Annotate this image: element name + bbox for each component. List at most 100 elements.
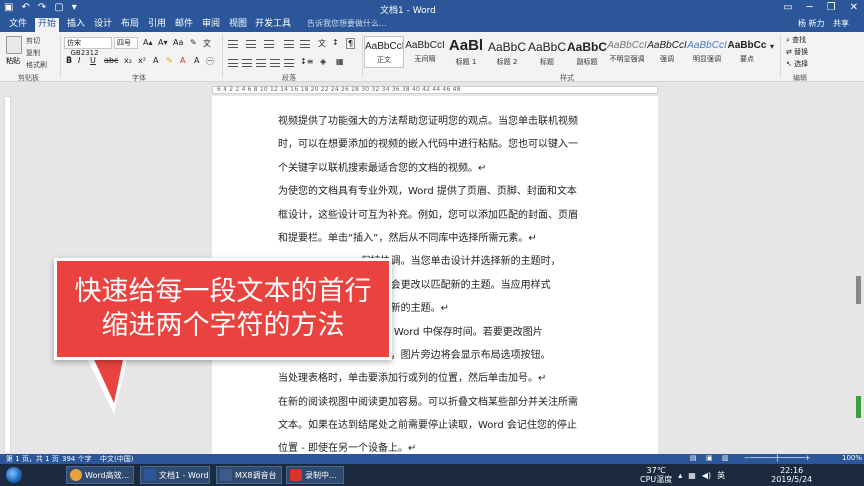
tab-view[interactable]: 视图 <box>226 18 250 32</box>
show-marks-icon[interactable]: ¶ <box>346 38 356 49</box>
replace-button[interactable]: ⇄ 替换 <box>786 47 808 57</box>
start-button[interactable] <box>6 467 22 483</box>
cut-button[interactable]: 剪切 <box>26 36 40 46</box>
user-name[interactable]: 杨 新力 <box>798 18 825 29</box>
grow-font-icon[interactable]: A▴ <box>143 38 153 47</box>
tab-layout[interactable]: 布局 <box>118 18 142 32</box>
style-strong[interactable]: AaBbCc 要点 <box>727 36 767 68</box>
tab-file[interactable]: 文件 <box>6 18 30 32</box>
borders-icon[interactable]: ▦ <box>336 57 344 66</box>
share-button[interactable]: 共享 <box>833 18 849 29</box>
align-left-icon[interactable] <box>228 59 238 67</box>
doc-line[interactable]: 文本。如果在达到结尾处之前需要停止读取，Word 会记住您的停止 <box>278 414 594 437</box>
redo-icon[interactable]: ↷ <box>38 2 46 13</box>
find-button[interactable]: ⌕ 查找 <box>786 35 806 45</box>
doc-line[interactable]: 视频提供了功能强大的方法帮助您证明您的观点。当您单击联机视频 <box>278 110 594 133</box>
shrink-font-icon[interactable]: A▾ <box>158 38 168 47</box>
language-indicator[interactable]: 中文(中国) <box>100 454 133 464</box>
vertical-scrollbar[interactable] <box>854 86 864 454</box>
bullets-icon[interactable] <box>228 40 238 48</box>
undo-icon[interactable]: ↶ <box>21 2 29 13</box>
change-case-icon[interactable]: Aa <box>173 38 183 47</box>
close-icon[interactable]: ✕ <box>850 2 858 13</box>
styles-more-icon[interactable]: ▾ <box>770 42 774 51</box>
decrease-indent-icon[interactable] <box>284 40 294 48</box>
tell-me-box[interactable]: 告诉我您想要做什么... <box>307 18 387 29</box>
doc-line[interactable]: 当处理表格时，单击要添加行或列的位置，然后单击加号。↵ <box>278 367 594 390</box>
style-heading-2[interactable]: AaBbC 标题 2 <box>487 36 527 68</box>
style-intense-emphasis[interactable]: AaBbCcI 明显强调 <box>687 36 727 68</box>
tray-arrow-icon[interactable]: ▴ <box>678 471 682 480</box>
horizontal-ruler[interactable]: 6 4 2 2 4 6 8 10 12 14 16 18 20 22 24 26… <box>212 86 658 94</box>
clear-format-icon[interactable]: ✎ <box>190 38 197 47</box>
paste-icon[interactable] <box>6 36 22 54</box>
page-count[interactable]: 第 1 页，共 1 页 <box>6 454 59 464</box>
select-button[interactable]: ↖ 选择 <box>786 59 808 69</box>
taskbar-item-browser[interactable]: Word高效... <box>66 466 134 484</box>
network-icon[interactable]: ▦ <box>688 471 696 480</box>
taskbar-item-mixer[interactable]: MX8调音台 <box>216 466 282 484</box>
save-icon[interactable]: ▣ <box>4 2 13 13</box>
style-no-spacing[interactable]: AaBbCcI 无间隔 <box>405 36 445 68</box>
superscript-icon[interactable]: x² <box>138 56 146 65</box>
clock[interactable]: 22:16 2019/5/24 <box>771 466 812 484</box>
cpu-temp[interactable]: 37℃ CPU温度 <box>640 466 672 484</box>
doc-line[interactable]: 时，可以在想要添加的视频的嵌入代码中进行粘贴。您也可以键入一 <box>278 133 594 156</box>
tab-developer[interactable]: 开发工具 <box>252 18 294 32</box>
tab-design[interactable]: 设计 <box>91 18 115 32</box>
tab-home[interactable]: 开始 <box>35 18 60 32</box>
style-heading-1[interactable]: AaBl 标题 1 <box>446 36 486 68</box>
read-mode-icon[interactable]: ▤ <box>690 454 697 462</box>
tab-insert[interactable]: 插入 <box>64 18 88 32</box>
scroll-thumb[interactable] <box>856 276 861 304</box>
style-emphasis[interactable]: AaBbCcI 强调 <box>647 36 687 68</box>
zoom-level[interactable]: 100% <box>842 454 862 462</box>
subscript-icon[interactable]: x₂ <box>124 56 132 65</box>
chinese-layout-icon[interactable]: 文 <box>318 38 326 49</box>
vertical-ruler[interactable] <box>4 96 11 454</box>
taskbar-item-word[interactable]: 文档1 - Word <box>140 466 210 484</box>
text-effects-icon[interactable]: A <box>153 56 158 65</box>
volume-icon[interactable]: ◀) <box>702 471 711 480</box>
font-color-icon[interactable]: A <box>180 56 185 65</box>
word-count[interactable]: 394 个字 <box>62 454 92 464</box>
phonetic-icon[interactable]: 文 <box>203 38 211 49</box>
new-doc-icon[interactable]: ▢ <box>54 2 63 13</box>
tab-mailings[interactable]: 邮件 <box>172 18 196 32</box>
align-center-icon[interactable] <box>242 59 252 67</box>
bold-icon[interactable]: B <box>66 56 72 65</box>
taskbar-item-recorder[interactable]: 录制中... <box>286 466 344 484</box>
italic-icon[interactable]: I <box>78 56 80 65</box>
web-layout-icon[interactable]: ▥ <box>722 454 729 462</box>
style-subtle-emphasis[interactable]: AaBbCcI 不明显强调 <box>607 36 647 68</box>
minimize-icon[interactable]: ─ <box>807 2 813 13</box>
print-layout-icon[interactable]: ▣ <box>706 454 713 462</box>
paste-button[interactable]: 粘贴 <box>6 56 20 66</box>
style-normal[interactable]: AaBbCcI 正文 <box>364 36 404 68</box>
strikethrough-icon[interactable]: abc <box>104 56 118 65</box>
highlight-icon[interactable]: ✎ <box>166 56 173 65</box>
font-size-select[interactable]: 四号 <box>114 37 138 49</box>
font-name-select[interactable]: 仿宋_GB2312 <box>64 37 112 57</box>
doc-line[interactable]: 个关键字以联机搜索最适合您的文档的视频。↵ <box>278 157 594 180</box>
ribbon-options-icon[interactable]: ▭ <box>783 2 792 13</box>
shading-icon[interactable]: ◈ <box>320 57 326 66</box>
multilevel-list-icon[interactable] <box>264 40 274 48</box>
style-subtitle[interactable]: AaBbC 副标题 <box>567 36 607 68</box>
increase-indent-icon[interactable] <box>300 40 310 48</box>
doc-line[interactable]: 和提要栏。单击“插入”，然后从不同库中选择所需元素。↵ <box>278 227 594 250</box>
ime-icon[interactable]: 英 <box>717 470 725 481</box>
char-shading-icon[interactable]: A <box>194 56 199 65</box>
enclosed-char-icon[interactable]: ㊀ <box>206 56 214 67</box>
tab-review[interactable]: 审阅 <box>199 18 223 32</box>
align-right-icon[interactable] <box>256 59 266 67</box>
maximize-icon[interactable]: ❐ <box>827 2 836 13</box>
doc-line[interactable]: 为使您的文档具有专业外观，Word 提供了页眉、页脚、封面和文本 <box>278 180 594 203</box>
sort-icon[interactable]: ↕ <box>332 38 339 47</box>
numbering-icon[interactable] <box>246 40 256 48</box>
copy-button[interactable]: 复制 <box>26 48 40 58</box>
justify-icon[interactable] <box>270 59 280 67</box>
tab-references[interactable]: 引用 <box>145 18 169 32</box>
doc-line[interactable]: 在新的阅读视图中阅读更加容易。可以折叠文档某些部分并关注所需 <box>278 391 594 414</box>
doc-line[interactable]: 框设计，这些设计可互为补充。例如，您可以添加匹配的封面、页眉 <box>278 204 594 227</box>
